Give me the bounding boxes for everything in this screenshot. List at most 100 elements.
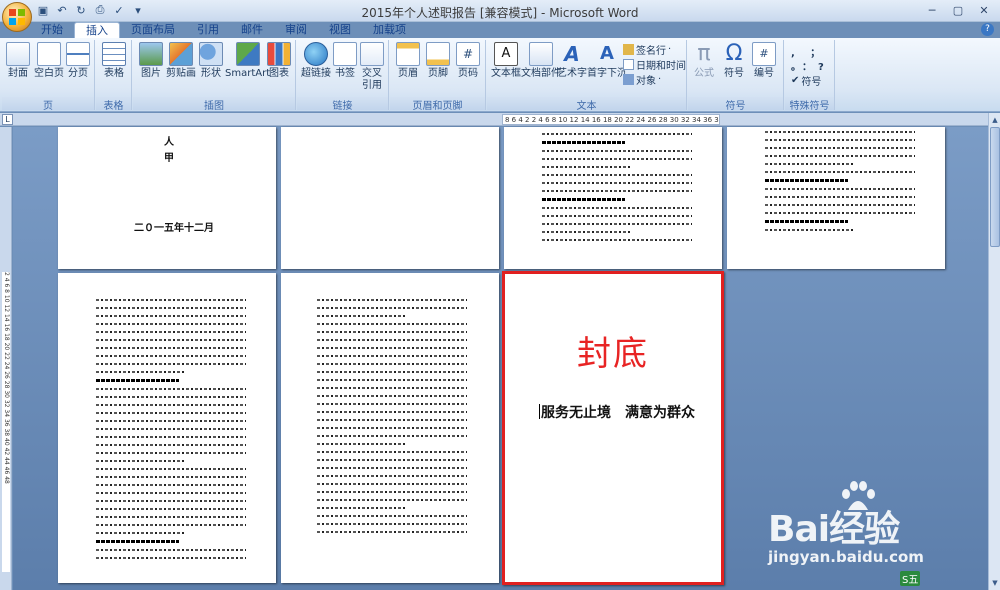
clipart-button[interactable]: 剪贴画: [166, 42, 196, 80]
tab-review[interactable]: 审阅: [274, 22, 318, 38]
group-links: 超链接 书签 交叉 引用 链接: [297, 40, 389, 112]
drop-cap-button[interactable]: A 首字下沉: [587, 42, 627, 80]
textbox-button[interactable]: A 文本框: [491, 42, 521, 80]
vertical-scrollbar[interactable]: ▲ ▼: [988, 113, 1000, 590]
back-cover-subtitle: 服务无止境 满意为群众: [541, 405, 695, 421]
picture-icon: [139, 42, 163, 66]
watermark-brand: Bai经验: [768, 509, 900, 550]
help-icon[interactable]: ?: [981, 23, 994, 36]
group-symbols: π 公式 Ω 符号 # 编号 符号: [688, 40, 784, 112]
equation-label: 公式: [694, 68, 714, 79]
signature-label: 签名行: [636, 46, 666, 57]
cover-page-button[interactable]: 封面: [6, 42, 30, 80]
office-button[interactable]: [2, 2, 32, 32]
ime-indicator[interactable]: S五: [900, 571, 921, 586]
signature-line-button[interactable]: 签名行 ·: [623, 42, 671, 57]
page-back-cover[interactable]: 封底 服务无止境 满意为群众: [502, 271, 724, 585]
blank-page-label: 空白页: [34, 68, 64, 79]
tab-mailings[interactable]: 邮件: [230, 22, 274, 38]
horizontal-ruler[interactable]: 8 6 4 2 2 4 6 8 10 12 14 16 18 20 22 24 …: [502, 114, 720, 125]
date-time-button[interactable]: 日期和时间: [623, 57, 686, 72]
page-text-2-lines: [765, 131, 915, 237]
scroll-thumb[interactable]: [990, 127, 1000, 247]
vertical-ruler: 2 4 6 8 10 12 14 16 18 20 22 24 26 28 30…: [0, 127, 12, 590]
maximize-icon[interactable]: ▢: [946, 2, 970, 18]
object-button[interactable]: 对象 ·: [623, 72, 661, 87]
textbox-icon: A: [494, 42, 518, 66]
ruler-bar: L 8 6 4 2 2 4 6 8 10 12 14 16 18 20 22 2…: [0, 113, 1000, 126]
header-icon: [396, 42, 420, 66]
cross-reference-label-2: 引用: [362, 80, 382, 91]
page-text-1[interactable]: [504, 127, 722, 269]
page-number-button[interactable]: # 页码: [456, 42, 480, 80]
group-header-footer: 页眉 页脚 # 页码 页眉和页脚: [390, 40, 486, 112]
tab-insert[interactable]: 插入: [74, 22, 120, 38]
page-text-3[interactable]: [58, 273, 276, 583]
footer-button[interactable]: 页脚: [426, 42, 450, 80]
tab-selector-button[interactable]: L: [2, 114, 13, 125]
minimize-icon[interactable]: ─: [920, 2, 944, 18]
page-number-label: 页码: [458, 68, 478, 79]
picture-label: 图片: [141, 68, 161, 79]
page-cover[interactable]: 人 甲 二０一五年十二月: [58, 127, 276, 269]
check-icon: ✔: [791, 75, 800, 86]
vertical-ruler-scale[interactable]: 2 4 6 8 10 12 14 16 18 20 22 24 26 28 30…: [2, 272, 10, 572]
bookmark-label: 书签: [335, 68, 355, 79]
shapes-button[interactable]: 形状: [199, 42, 223, 80]
ribbon: 封面 空白页 分页 页 表格 表格 图片 剪贴画 形状 SmartArt 图表 …: [0, 38, 1000, 112]
quick-parts-button[interactable]: 文档部件: [521, 42, 561, 80]
symbol-button[interactable]: Ω 符号: [722, 42, 746, 80]
page-text-4[interactable]: [281, 273, 499, 583]
tab-view[interactable]: 视图: [318, 22, 362, 38]
numbering-label: 编号: [754, 68, 774, 79]
chart-label: 图表: [269, 68, 289, 79]
group-tables: 表格 表格: [96, 40, 132, 112]
window-title: 2015年个人述职报告 [兼容模式] - Microsoft Word: [361, 6, 639, 20]
drop-cap-icon: A: [600, 43, 614, 64]
page-break-icon: [66, 42, 90, 66]
chart-button[interactable]: 图表: [267, 42, 291, 80]
ime-status: S五: [900, 571, 921, 586]
punctuation-row-2[interactable]: 。：?: [791, 58, 830, 73]
more-symbols-button[interactable]: ✔ 符号: [791, 73, 821, 88]
page-text-2[interactable]: [727, 127, 945, 269]
punctuation-row-1[interactable]: , ；: [791, 44, 826, 59]
baidu-watermark: Bai经验 jingyan.baidu.com: [738, 480, 988, 580]
page-break-button[interactable]: 分页: [66, 42, 90, 80]
bookmark-icon: [333, 42, 357, 66]
scroll-up-icon[interactable]: ▲: [990, 115, 1000, 125]
scroll-down-icon[interactable]: ▼: [990, 578, 1000, 588]
tab-page-layout[interactable]: 页面布局: [120, 22, 186, 38]
blank-page-button[interactable]: 空白页: [34, 42, 64, 80]
hyperlink-button[interactable]: 超链接: [301, 42, 331, 80]
shapes-icon: [199, 42, 223, 66]
wordart-icon: A: [564, 42, 580, 66]
tab-add-ins[interactable]: 加载项: [362, 22, 417, 38]
group-illustrations: 图片 剪贴画 形状 SmartArt 图表 插图: [133, 40, 296, 112]
tab-home[interactable]: 开始: [30, 22, 74, 38]
smartart-button[interactable]: SmartArt: [225, 42, 270, 80]
more-symbols-label: 符号: [801, 77, 822, 88]
group-illustrations-name: 插图: [133, 97, 295, 112]
picture-button[interactable]: 图片: [139, 42, 163, 80]
header-button[interactable]: 页眉: [396, 42, 420, 80]
shapes-label: 形状: [201, 68, 221, 79]
table-button[interactable]: 表格: [102, 42, 126, 80]
tab-references[interactable]: 引用: [186, 22, 230, 38]
page-blank[interactable]: [281, 127, 499, 269]
cover-text-2: 甲: [164, 153, 174, 164]
numbering-button[interactable]: # 编号: [752, 42, 776, 80]
smartart-icon: [235, 42, 260, 66]
equation-button[interactable]: π 公式: [692, 42, 716, 80]
cross-reference-button[interactable]: 交叉 引用: [360, 42, 384, 92]
back-cover-subtitle-row[interactable]: 服务无止境 满意为群众: [539, 402, 695, 422]
object-icon: [623, 74, 634, 85]
date-time-label: 日期和时间: [636, 61, 686, 72]
textbox-label: 文本框: [491, 68, 521, 79]
quick-parts-icon: [529, 42, 553, 66]
bookmark-button[interactable]: 书签: [333, 42, 357, 80]
close-icon[interactable]: ✕: [972, 2, 996, 18]
wordart-button[interactable]: A 艺术字: [557, 42, 587, 80]
group-pages-name: 页: [2, 97, 94, 112]
cross-reference-label-1: 交叉: [362, 68, 382, 79]
